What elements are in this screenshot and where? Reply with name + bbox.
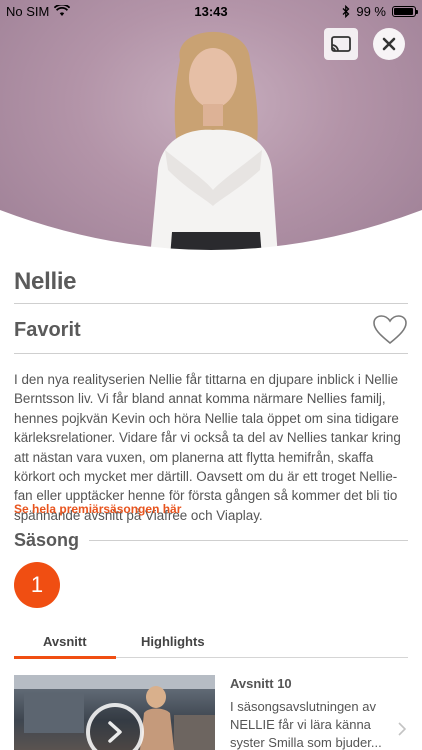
battery-icon	[392, 5, 418, 17]
season-label: Säsong	[14, 530, 80, 550]
episode-list-item[interactable]: Avsnitt 10 I säsongsavslutningen av NELL…	[14, 675, 408, 750]
tab-highlights[interactable]: Highlights	[141, 634, 205, 649]
episode-tabs: Avsnitt Highlights	[14, 630, 408, 659]
wifi-icon	[54, 5, 71, 16]
favorite-divider	[14, 353, 408, 354]
status-bar: No SIM 13:43 99 %	[0, 0, 422, 22]
title-divider	[14, 303, 408, 304]
active-tab-indicator	[14, 656, 116, 659]
season-header: Säsong	[14, 530, 408, 551]
close-icon	[382, 37, 396, 51]
episode-description: I säsongsavslutningen av NELLIE får vi l…	[230, 699, 382, 750]
chevron-right-icon[interactable]	[398, 722, 406, 736]
bluetooth-icon	[342, 4, 350, 18]
season-divider	[89, 540, 408, 541]
heart-icon[interactable]	[372, 314, 408, 346]
close-button[interactable]	[373, 28, 405, 60]
cast-button[interactable]	[324, 28, 358, 60]
hero-curve-mask	[0, 210, 422, 258]
carrier-label: No SIM	[6, 3, 50, 19]
episode-thumbnail[interactable]	[14, 675, 215, 750]
premiere-season-link[interactable]: Se hela premiärsäsongen här	[14, 502, 181, 516]
favorite-row: Favorit	[14, 312, 408, 348]
status-right: 99 %	[342, 3, 418, 19]
battery-fill	[394, 7, 414, 15]
battery-percent: 99 %	[356, 3, 386, 19]
season-selector-1[interactable]: 1	[14, 562, 60, 608]
show-title: Nellie	[14, 268, 77, 295]
tab-episodes[interactable]: Avsnitt	[43, 634, 87, 649]
status-left: No SIM	[6, 3, 71, 19]
favorite-label: Favorit	[14, 318, 81, 341]
episode-title: Avsnitt 10	[230, 676, 292, 691]
play-icon	[108, 721, 122, 743]
cast-icon	[331, 36, 351, 52]
hero-image	[0, 0, 422, 258]
